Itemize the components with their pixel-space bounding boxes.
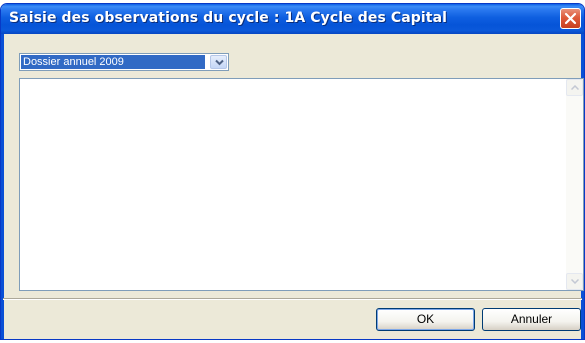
- vertical-scrollbar[interactable]: [566, 79, 583, 290]
- dossier-select[interactable]: Dossier annuel 2009: [19, 53, 229, 71]
- window-title: Saisie des observations du cycle : 1A Cy…: [9, 10, 448, 26]
- arrow-up-icon: [571, 85, 579, 90]
- close-icon: [564, 12, 577, 25]
- ok-button[interactable]: OK: [376, 308, 475, 331]
- footer-separator-highlight: [3, 299, 582, 300]
- chevron-down-icon: [215, 59, 224, 66]
- scroll-down-button[interactable]: [566, 273, 583, 290]
- dossier-select-value: Dossier annuel 2009: [21, 55, 205, 69]
- cancel-button[interactable]: Annuler: [482, 308, 581, 331]
- title-bar[interactable]: Saisie des observations du cycle : 1A Cy…: [1, 4, 584, 34]
- dropdown-button[interactable]: [210, 55, 227, 69]
- observations-textarea[interactable]: [19, 78, 584, 291]
- scroll-up-button[interactable]: [566, 79, 583, 96]
- close-button[interactable]: [560, 8, 581, 29]
- window-border-left: [1, 34, 4, 339]
- arrow-down-icon: [571, 279, 579, 284]
